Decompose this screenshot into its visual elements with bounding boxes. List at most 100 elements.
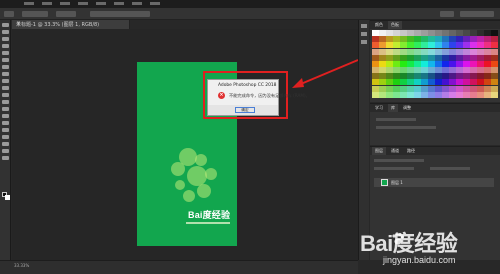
color-swatch[interactable]	[407, 54, 414, 61]
color-swatch[interactable]	[491, 42, 498, 49]
color-swatch[interactable]	[442, 67, 449, 74]
color-swatch[interactable]	[456, 79, 463, 86]
color-swatch[interactable]	[456, 54, 463, 61]
color-swatch[interactable]	[463, 73, 470, 80]
color-swatch[interactable]	[372, 85, 379, 92]
color-swatch[interactable]	[470, 30, 477, 36]
color-swatch[interactable]	[484, 85, 491, 92]
color-swatch[interactable]	[456, 48, 463, 55]
healing-tool-icon[interactable]	[1, 65, 9, 69]
color-swatch[interactable]	[414, 36, 421, 43]
color-swatch[interactable]	[477, 91, 484, 98]
color-swatch[interactable]	[463, 79, 470, 86]
color-swatch[interactable]	[470, 48, 477, 55]
color-swatch[interactable]	[470, 42, 477, 49]
color-swatch[interactable]	[449, 73, 456, 80]
color-swatch[interactable]	[386, 42, 393, 49]
color-swatch[interactable]	[428, 67, 435, 74]
color-swatch[interactable]	[428, 91, 435, 98]
color-swatch[interactable]	[372, 60, 379, 67]
color-swatch[interactable]	[428, 85, 435, 92]
color-swatch[interactable]	[477, 48, 484, 55]
color-swatch[interactable]	[386, 79, 393, 86]
color-swatch[interactable]	[421, 30, 428, 36]
color-swatch[interactable]	[428, 79, 435, 86]
color-swatch[interactable]	[407, 36, 414, 43]
color-swatch[interactable]	[379, 73, 386, 80]
color-swatch[interactable]	[386, 67, 393, 74]
color-swatch[interactable]	[400, 36, 407, 43]
menu-item[interactable]	[96, 2, 106, 5]
color-swatch[interactable]	[372, 54, 379, 61]
close-icon[interactable]: ×	[16, 20, 126, 27]
color-swatch[interactable]	[428, 30, 435, 36]
color-swatch[interactable]	[435, 73, 442, 80]
eraser-tool-icon[interactable]	[1, 93, 9, 97]
color-swatch[interactable]	[456, 91, 463, 98]
color-swatch[interactable]	[393, 79, 400, 86]
history-brush-icon[interactable]	[1, 86, 9, 90]
color-swatch[interactable]	[393, 67, 400, 74]
color-swatch[interactable]	[428, 48, 435, 55]
color-swatch[interactable]	[414, 30, 421, 36]
color-swatch[interactable]	[435, 48, 442, 55]
align-buttons[interactable]	[90, 11, 150, 17]
color-swatch[interactable]	[400, 79, 407, 86]
color-swatch[interactable]	[484, 91, 491, 98]
color-swatch[interactable]	[484, 79, 491, 86]
tab-layers[interactable]: 图层	[372, 147, 386, 155]
color-swatch[interactable]	[428, 36, 435, 43]
stamp-tool-icon[interactable]	[1, 79, 9, 83]
color-swatch[interactable]	[477, 42, 484, 49]
color-swatch[interactable]	[470, 91, 477, 98]
gradient-tool-icon[interactable]	[1, 100, 9, 104]
color-swatch[interactable]	[463, 54, 470, 61]
color-swatch[interactable]	[421, 91, 428, 98]
color-swatch[interactable]	[435, 91, 442, 98]
color-swatch[interactable]	[393, 30, 400, 36]
history-icon[interactable]	[361, 24, 367, 28]
color-swatch[interactable]	[491, 67, 498, 74]
color-swatch[interactable]	[407, 48, 414, 55]
marquee-tool-icon[interactable]	[1, 30, 9, 34]
color-swatch[interactable]	[386, 85, 393, 92]
color-swatch[interactable]	[470, 67, 477, 74]
color-swatch[interactable]	[449, 85, 456, 92]
color-swatch[interactable]	[477, 54, 484, 61]
color-swatch[interactable]	[442, 85, 449, 92]
color-swatch[interactable]	[421, 48, 428, 55]
color-swatch[interactable]	[372, 91, 379, 98]
color-swatch[interactable]	[442, 60, 449, 67]
color-swatch[interactable]	[386, 48, 393, 55]
color-swatch[interactable]	[484, 73, 491, 80]
color-swatch[interactable]	[407, 60, 414, 67]
color-swatch[interactable]	[372, 30, 379, 36]
color-swatch[interactable]	[407, 30, 414, 36]
color-swatch[interactable]	[400, 48, 407, 55]
color-swatch[interactable]	[435, 60, 442, 67]
color-swatch[interactable]	[379, 67, 386, 74]
color-swatch[interactable]	[407, 42, 414, 49]
eyedropper-tool-icon[interactable]	[1, 58, 9, 62]
color-swatch[interactable]	[379, 42, 386, 49]
color-swatch[interactable]	[421, 79, 428, 86]
menu-item[interactable]	[150, 2, 160, 5]
color-swatch[interactable]	[477, 36, 484, 43]
search-icon[interactable]	[440, 11, 454, 17]
library-dropdown[interactable]	[376, 118, 416, 121]
color-swatch[interactable]	[393, 85, 400, 92]
shape-tool-icon[interactable]	[1, 142, 9, 146]
color-swatch[interactable]	[442, 30, 449, 36]
color-swatch[interactable]	[484, 30, 491, 36]
color-swatch[interactable]	[463, 60, 470, 67]
quick-select-tool-icon[interactable]	[1, 44, 9, 48]
color-swatch[interactable]	[435, 36, 442, 43]
color-swatch[interactable]	[400, 67, 407, 74]
color-swatch[interactable]	[400, 73, 407, 80]
color-swatch[interactable]	[477, 67, 484, 74]
color-swatch[interactable]	[463, 91, 470, 98]
layer-filter[interactable]	[374, 159, 424, 162]
color-swatch[interactable]	[372, 67, 379, 74]
color-swatch[interactable]	[435, 79, 442, 86]
color-swatch[interactable]	[407, 73, 414, 80]
